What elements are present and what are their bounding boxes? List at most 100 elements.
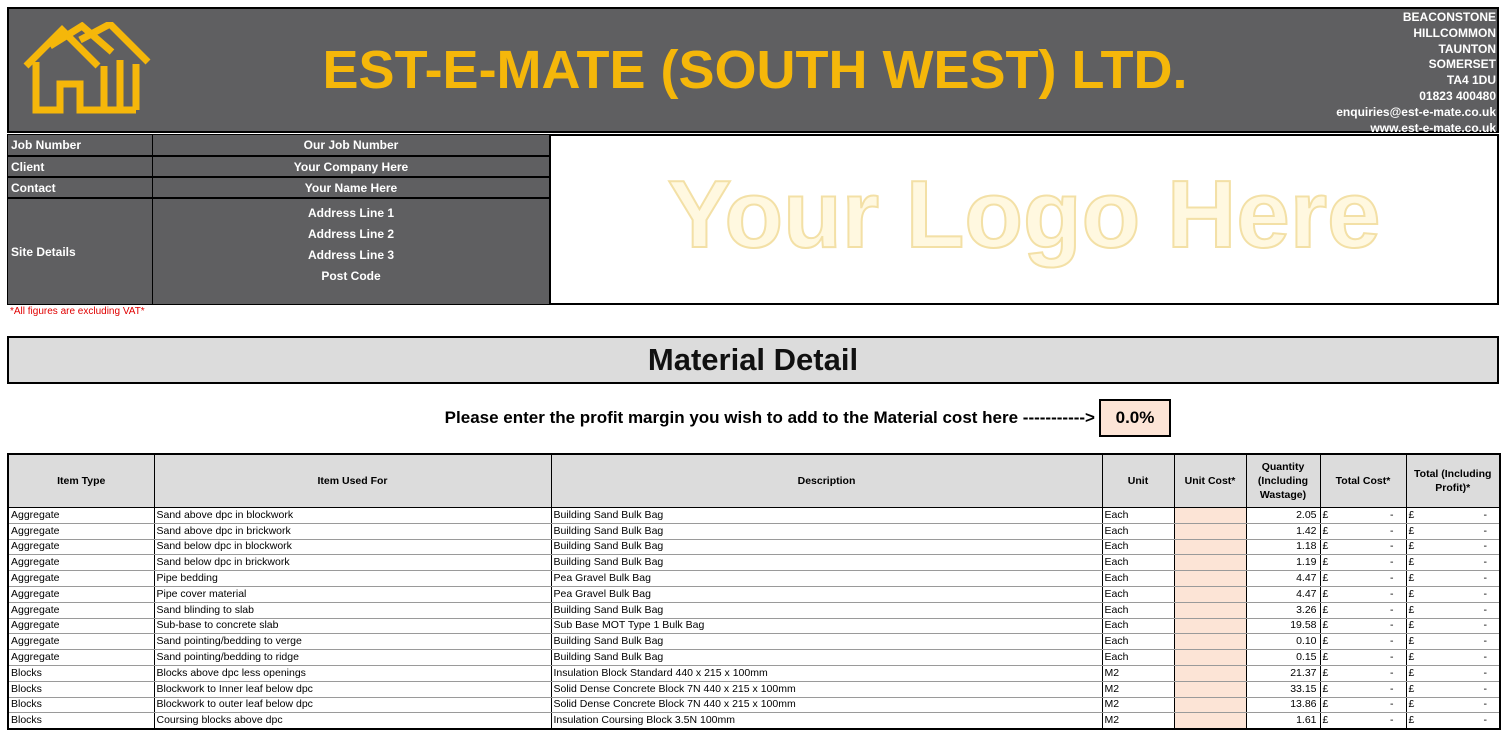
cell-quantity: 4.47 — [1245, 570, 1321, 587]
currency-value: £ - — [1409, 540, 1500, 553]
cell-quantity: 1.18 — [1245, 539, 1321, 556]
cell-unit-cost[interactable] — [1173, 523, 1247, 540]
col-item-type: Item Type — [7, 453, 155, 508]
col-description: Description — [550, 453, 1103, 508]
currency-amount: - — [1390, 635, 1394, 648]
cell-total-profit: £ - — [1405, 618, 1501, 635]
cell-unit-cost[interactable] — [1173, 712, 1247, 730]
cell-unit-cost[interactable] — [1173, 633, 1247, 651]
job-number-value[interactable]: Our Job Number — [152, 134, 550, 156]
currency-symbol: £ — [1408, 635, 1415, 648]
currency-amount: - — [1390, 666, 1394, 679]
cell-quantity: 21.37 — [1245, 665, 1321, 682]
currency-symbol: £ — [1322, 635, 1329, 648]
cell-unit-cost[interactable] — [1173, 586, 1247, 603]
currency-symbol: £ — [1408, 556, 1415, 569]
cell-item-type: Aggregate — [7, 507, 155, 524]
currency-symbol: £ — [1322, 619, 1329, 632]
cell-item-used-for: Sand below dpc in blockwork — [153, 539, 552, 556]
cell-item-used-for: Blockwork to Inner leaf below dpc — [153, 681, 552, 698]
address-line: HILLCOMMON — [1413, 25, 1496, 40]
cell-unit-cost[interactable] — [1173, 507, 1247, 524]
cell-total-cost: £ - — [1319, 665, 1407, 682]
contact-value[interactable]: Your Name Here — [152, 177, 550, 198]
currency-symbol: £ — [1322, 698, 1329, 711]
cell-item-type: Blocks — [7, 712, 155, 730]
currency-symbol: £ — [1322, 508, 1329, 521]
currency-symbol: £ — [1408, 603, 1415, 616]
cell-unit-cost[interactable] — [1173, 681, 1247, 698]
site-address-line: Address Line 2 — [307, 227, 395, 241]
cell-unit-cost[interactable] — [1173, 649, 1247, 666]
table-row: Aggregate Pipe cover material Pea Gravel B… — [7, 586, 1501, 603]
cell-item-used-for: Pipe cover material — [153, 586, 552, 603]
currency-value: £ - — [1323, 619, 1406, 632]
cell-description: Building Sand Bulk Bag — [550, 602, 1103, 619]
table-row: Aggregate Sand pointing/bedding to ridge B… — [7, 649, 1501, 666]
cell-item-type: Aggregate — [7, 523, 155, 540]
currency-amount: - — [1483, 651, 1488, 664]
currency-value: £ - — [1323, 604, 1406, 617]
cell-total-cost: £ - — [1319, 649, 1407, 666]
cell-quantity: 1.61 — [1245, 712, 1321, 730]
currency-amount: - — [1483, 572, 1488, 585]
currency-amount: - — [1483, 666, 1488, 679]
currency-symbol: £ — [1408, 572, 1415, 585]
currency-value: £ - — [1409, 572, 1500, 585]
cell-unit-cost[interactable] — [1173, 602, 1247, 619]
cell-unit: Each — [1101, 507, 1175, 524]
currency-value: £ - — [1323, 540, 1406, 553]
logo-placeholder-text: Your Logo Here — [667, 160, 1382, 269]
currency-amount: - — [1390, 540, 1394, 553]
cell-quantity: 1.19 — [1245, 554, 1321, 572]
currency-amount: - — [1390, 556, 1394, 569]
currency-symbol: £ — [1408, 524, 1415, 537]
currency-value: £ - — [1409, 714, 1500, 727]
cell-unit-cost[interactable] — [1173, 665, 1247, 682]
currency-value: £ - — [1409, 698, 1500, 711]
currency-amount: - — [1390, 619, 1394, 632]
job-number-label: Job Number — [7, 134, 153, 156]
cell-unit-cost[interactable] — [1173, 697, 1247, 714]
cell-description: Solid Dense Concrete Block 7N 440 x 215 … — [550, 681, 1103, 698]
cell-total-cost: £ - — [1319, 602, 1407, 619]
cell-item-used-for: Sand above dpc in brickwork — [153, 523, 552, 540]
cell-unit-cost[interactable] — [1173, 618, 1247, 635]
table-row: Aggregate Sand pointing/bedding to verge B… — [7, 633, 1501, 651]
client-value[interactable]: Your Company Here — [152, 156, 550, 177]
house-logo-icon — [23, 22, 151, 114]
table-row: Aggregate Sub-base to concrete slab Sub Ba… — [7, 618, 1501, 635]
cell-description: Building Sand Bulk Bag — [550, 633, 1103, 651]
cell-item-type: Blocks — [7, 665, 155, 682]
cell-item-used-for: Sub-base to concrete slab — [153, 618, 552, 635]
site-details-value[interactable]: Address Line 1 Address Line 2 Address Li… — [152, 198, 550, 305]
currency-symbol: £ — [1322, 603, 1329, 616]
cell-total-cost: £ - — [1319, 539, 1407, 556]
cell-item-used-for: Blocks above dpc less openings — [153, 665, 552, 682]
table-row: Blocks Blockwork to outer leaf below dpc S… — [7, 697, 1501, 714]
profit-margin-input[interactable]: 0.0% — [1099, 399, 1171, 437]
cell-item-used-for: Sand below dpc in brickwork — [153, 554, 552, 572]
cell-description: Building Sand Bulk Bag — [550, 554, 1103, 572]
currency-symbol: £ — [1322, 572, 1329, 585]
currency-value: £ - — [1323, 714, 1406, 727]
cell-total-cost: £ - — [1319, 697, 1407, 714]
currency-amount: - — [1483, 635, 1488, 648]
cell-unit-cost[interactable] — [1173, 554, 1247, 572]
cell-item-type: Aggregate — [7, 539, 155, 556]
cell-unit: M2 — [1101, 712, 1175, 730]
col-quantity: Quantity (Including Wastage) — [1245, 453, 1321, 508]
cell-unit-cost[interactable] — [1173, 570, 1247, 587]
table-row: Aggregate Sand below dpc in brickwork Buil… — [7, 554, 1501, 572]
currency-amount: - — [1483, 540, 1488, 553]
cell-total-profit: £ - — [1405, 697, 1501, 714]
cell-quantity: 2.05 — [1245, 507, 1321, 524]
cell-item-type: Blocks — [7, 681, 155, 698]
cell-unit-cost[interactable] — [1173, 539, 1247, 556]
cell-quantity: 0.10 — [1245, 633, 1321, 651]
address-line: TAUNTON — [1438, 41, 1496, 56]
currency-amount: - — [1390, 524, 1394, 537]
cell-total-cost: £ - — [1319, 618, 1407, 635]
currency-amount: - — [1483, 682, 1488, 695]
currency-symbol: £ — [1322, 524, 1329, 537]
